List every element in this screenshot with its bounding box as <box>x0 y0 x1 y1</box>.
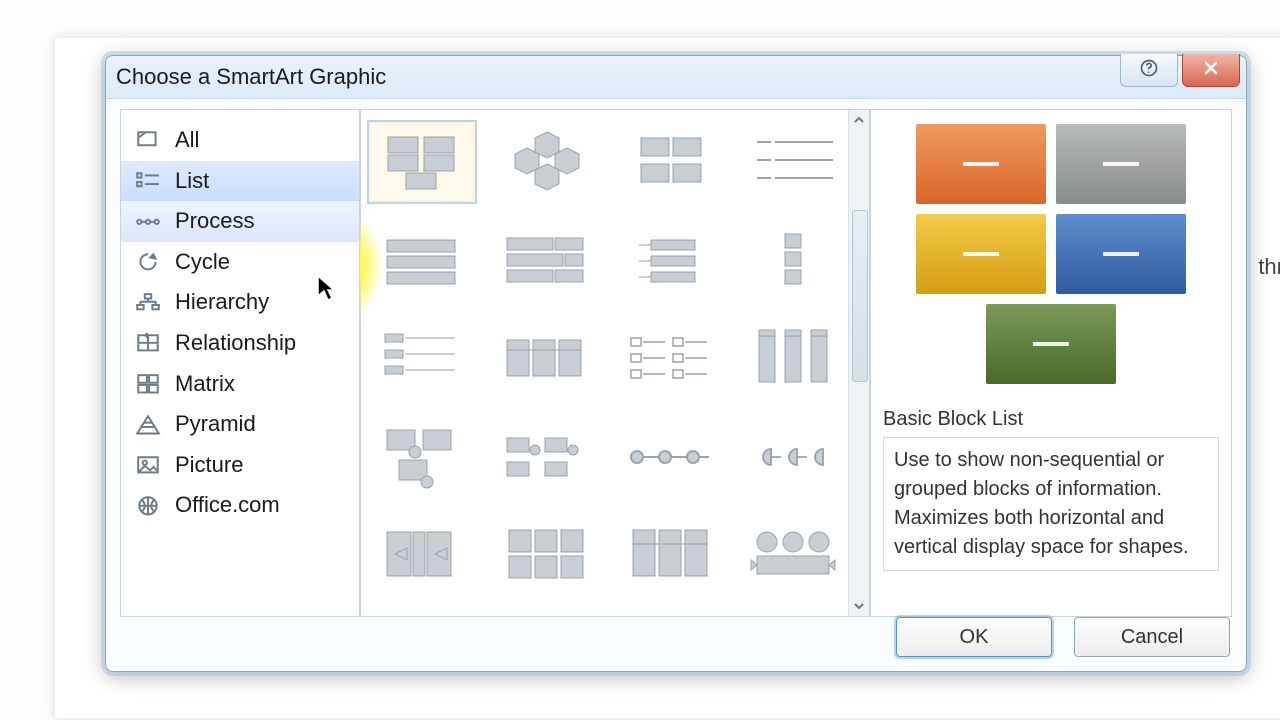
sidebar-item-hierarchy[interactable]: Hierarchy <box>121 282 359 323</box>
matrix-icon <box>135 373 161 395</box>
preview-graphic <box>906 124 1196 394</box>
layout-thumb[interactable] <box>491 416 599 498</box>
layout-thumb[interactable] <box>615 220 723 302</box>
sidebar-item-all[interactable]: All <box>121 120 359 161</box>
layout-thumb[interactable] <box>491 220 599 302</box>
smartart-dialog: Choose a SmartArt Graphic <box>105 55 1247 672</box>
sidebar-item-label: Office.com <box>175 491 280 520</box>
sidebar-item-label: Hierarchy <box>175 288 269 317</box>
layout-thumb[interactable] <box>367 120 477 204</box>
layout-thumb[interactable] <box>493 120 601 202</box>
cycle-icon <box>135 251 161 273</box>
help-button[interactable] <box>1120 54 1178 87</box>
layout-thumb[interactable] <box>741 120 849 202</box>
layout-gallery <box>360 109 870 617</box>
globe-icon <box>135 495 161 517</box>
help-icon <box>1139 58 1159 83</box>
sidebar-item-officecom[interactable]: Office.com <box>121 485 359 526</box>
close-button[interactable] <box>1182 54 1240 87</box>
sidebar-item-matrix[interactable]: Matrix <box>121 364 359 405</box>
sidebar-item-label: Pyramid <box>175 410 256 439</box>
sidebar-item-label: Picture <box>175 451 243 480</box>
layout-thumb[interactable] <box>615 612 723 617</box>
sidebar-item-label: Relationship <box>175 329 296 358</box>
layout-thumb[interactable] <box>739 318 847 400</box>
layout-thumb[interactable] <box>491 612 599 617</box>
ok-button[interactable]: OK <box>896 617 1052 657</box>
relationship-icon <box>135 332 161 354</box>
preview-title: Basic Block List <box>883 408 1023 431</box>
sidebar-item-label: Process <box>175 207 254 236</box>
picture-icon <box>135 454 161 476</box>
preview-pane: Basic Block List Use to show non-sequent… <box>870 109 1232 617</box>
preview-description: Use to show non-sequential or grouped bl… <box>883 437 1219 571</box>
layout-thumb[interactable] <box>739 514 847 596</box>
layout-thumb[interactable] <box>739 220 847 302</box>
process-icon <box>135 210 161 232</box>
list-icon <box>135 170 161 192</box>
cancel-button[interactable]: Cancel <box>1074 617 1230 657</box>
layout-thumb[interactable] <box>617 120 725 202</box>
close-icon <box>1201 58 1221 83</box>
layout-thumb[interactable] <box>615 514 723 596</box>
sidebar-item-relationship[interactable]: Relationship <box>121 323 359 364</box>
gallery-scrollbar[interactable] <box>848 110 869 616</box>
layout-thumb[interactable] <box>367 416 475 498</box>
scroll-down-icon[interactable] <box>849 596 869 616</box>
scroll-thumb[interactable] <box>852 210 868 382</box>
layout-thumb[interactable] <box>615 416 723 498</box>
layout-thumb[interactable] <box>739 612 847 617</box>
sidebar-item-label: All <box>175 126 199 155</box>
layout-thumb[interactable] <box>367 318 475 400</box>
sidebar-item-label: List <box>175 167 209 196</box>
dialog-titlebar: Choose a SmartArt Graphic <box>106 56 1246 99</box>
sidebar-item-picture[interactable]: Picture <box>121 445 359 486</box>
sidebar-item-pyramid[interactable]: Pyramid <box>121 404 359 445</box>
layout-thumb[interactable] <box>367 220 475 302</box>
layout-thumb[interactable] <box>367 612 475 617</box>
sidebar-item-cycle[interactable]: Cycle <box>121 242 359 283</box>
layout-thumb[interactable] <box>739 416 847 498</box>
layout-thumb[interactable] <box>615 318 723 400</box>
background-text: thr <box>1258 254 1280 280</box>
category-sidebar: All List Process Cycle <box>120 109 360 617</box>
sidebar-item-process[interactable]: Process <box>121 201 359 242</box>
scroll-up-icon[interactable] <box>849 110 869 130</box>
sidebar-item-label: Matrix <box>175 370 235 399</box>
sidebar-item-list[interactable]: List <box>121 161 359 202</box>
layout-thumb[interactable] <box>491 318 599 400</box>
layout-thumb[interactable] <box>367 514 475 596</box>
pyramid-icon <box>135 413 161 435</box>
layout-thumb[interactable] <box>491 514 599 596</box>
hierarchy-icon <box>135 292 161 314</box>
all-icon <box>135 129 161 151</box>
dialog-title: Choose a SmartArt Graphic <box>116 64 386 90</box>
sidebar-item-label: Cycle <box>175 248 230 277</box>
